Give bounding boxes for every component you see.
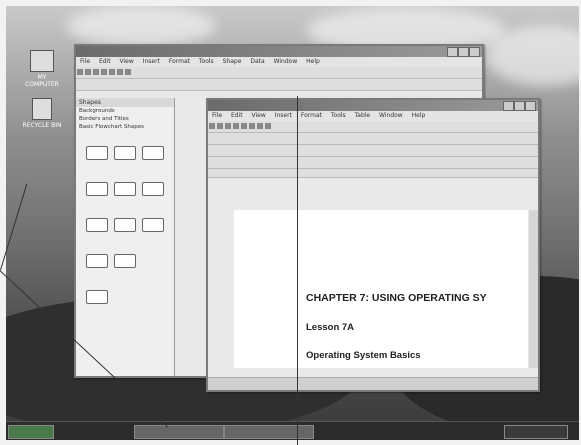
front-toolbar-4	[208, 157, 538, 169]
front-toolbar	[208, 121, 538, 133]
maximize-icon[interactable]	[514, 101, 525, 111]
front-menubar: File Edit View Insert Format Tools Table…	[208, 111, 538, 121]
menu-format[interactable]: Format	[169, 58, 190, 65]
underline-icon[interactable]	[265, 123, 271, 129]
open-icon[interactable]	[217, 123, 223, 129]
menu-window[interactable]: Window	[274, 58, 298, 65]
callout-line	[297, 96, 298, 445]
copy-icon[interactable]	[117, 69, 123, 75]
stencil-item[interactable]: Backgrounds	[76, 107, 174, 115]
menu-file[interactable]: File	[80, 58, 90, 65]
shape-manual-input-icon[interactable]	[114, 218, 136, 232]
print-icon[interactable]	[101, 69, 107, 75]
menu-data[interactable]: Data	[250, 58, 264, 65]
menu-file[interactable]: File	[212, 112, 222, 119]
cloud	[66, 6, 216, 46]
document-lesson: Lesson 7A	[306, 322, 355, 333]
desktop-icon-recycle-bin[interactable]: RECYCLE BIN	[22, 98, 62, 129]
italic-icon[interactable]	[257, 123, 263, 129]
menu-window[interactable]: Window	[379, 112, 403, 119]
close-icon[interactable]	[469, 47, 480, 57]
front-window-titlebar[interactable]	[208, 100, 538, 111]
save-icon[interactable]	[93, 69, 99, 75]
document-page[interactable]: CHAPTER 7: USING OPERATING SY Lesson 7A …	[234, 210, 528, 368]
back-toolbar	[76, 67, 482, 79]
new-icon[interactable]	[77, 69, 83, 75]
menu-shape[interactable]: Shape	[223, 58, 242, 65]
menu-insert[interactable]: Insert	[275, 112, 292, 119]
status-bar	[208, 377, 538, 390]
shape-connector-icon[interactable]	[86, 254, 108, 268]
shape-terminator-icon[interactable]	[86, 218, 108, 232]
menu-view[interactable]: View	[252, 112, 266, 119]
stencil-item[interactable]: Basic Flowchart Shapes	[76, 123, 174, 131]
shape-storage-icon[interactable]	[142, 182, 164, 196]
open-icon[interactable]	[85, 69, 91, 75]
minimize-icon[interactable]	[447, 47, 458, 57]
shape-card-icon[interactable]	[142, 218, 164, 232]
back-toolbar-2	[76, 79, 482, 91]
back-menubar: File Edit View Insert Format Tools Shape…	[76, 57, 482, 67]
shape-process-icon[interactable]	[86, 146, 108, 160]
new-icon[interactable]	[209, 123, 215, 129]
close-icon[interactable]	[525, 101, 536, 111]
menu-table[interactable]: Table	[355, 112, 371, 119]
taskbar	[6, 421, 579, 440]
recycle-bin-icon	[32, 98, 52, 120]
menu-edit[interactable]: Edit	[99, 58, 111, 65]
bold-icon[interactable]	[249, 123, 255, 129]
desktop-icon-label: MY COMPUTER	[25, 74, 59, 88]
shape-off-page-icon[interactable]	[114, 254, 136, 268]
front-window[interactable]: File Edit View Insert Format Tools Table…	[206, 98, 540, 392]
document-section-heading: Operating System Basics	[306, 350, 421, 361]
paste-icon[interactable]	[125, 69, 131, 75]
vertical-scrollbar[interactable]	[529, 210, 538, 368]
shape-predefined-icon[interactable]	[114, 182, 136, 196]
print-icon[interactable]	[233, 123, 239, 129]
taskbar-button-drawing[interactable]	[134, 425, 224, 439]
shapes-panel: Shapes Backgrounds Borders and Titles Ba…	[76, 98, 175, 376]
start-button[interactable]	[8, 425, 54, 439]
menu-view[interactable]: View	[120, 58, 134, 65]
shape-document-icon[interactable]	[142, 146, 164, 160]
minimize-icon[interactable]	[503, 101, 514, 111]
maximize-icon[interactable]	[458, 47, 469, 57]
stencil-item[interactable]: Borders and Titles	[76, 115, 174, 123]
shape-decision-icon[interactable]	[114, 146, 136, 160]
save-icon[interactable]	[225, 123, 231, 129]
menu-format[interactable]: Format	[301, 112, 322, 119]
shapes-panel-title: Shapes	[76, 98, 174, 107]
menu-tools[interactable]: Tools	[331, 112, 346, 119]
spelling-icon[interactable]	[241, 123, 247, 129]
front-toolbar-2	[208, 133, 538, 145]
menu-edit[interactable]: Edit	[231, 112, 243, 119]
taskbar-button-document[interactable]	[224, 425, 314, 439]
ruler	[208, 169, 538, 178]
back-window-titlebar[interactable]	[76, 46, 482, 57]
menu-insert[interactable]: Insert	[143, 58, 160, 65]
desktop-icon-label: RECYCLE BIN	[22, 122, 62, 129]
document-chapter-heading: CHAPTER 7: USING OPERATING SY	[306, 292, 487, 304]
menu-help[interactable]: Help	[412, 112, 426, 119]
menu-tools[interactable]: Tools	[199, 58, 214, 65]
shape-data-icon[interactable]	[86, 182, 108, 196]
system-tray	[504, 425, 568, 439]
menu-help[interactable]: Help	[306, 58, 320, 65]
front-toolbar-3	[208, 145, 538, 157]
shape-dynamic-connector-icon[interactable]	[86, 290, 108, 304]
desktop-icon-my-computer[interactable]: MY COMPUTER	[22, 50, 62, 88]
cut-icon[interactable]	[109, 69, 115, 75]
desktop: MY COMPUTER RECYCLE BIN File Edit View I…	[6, 6, 579, 440]
computer-icon	[30, 50, 54, 72]
